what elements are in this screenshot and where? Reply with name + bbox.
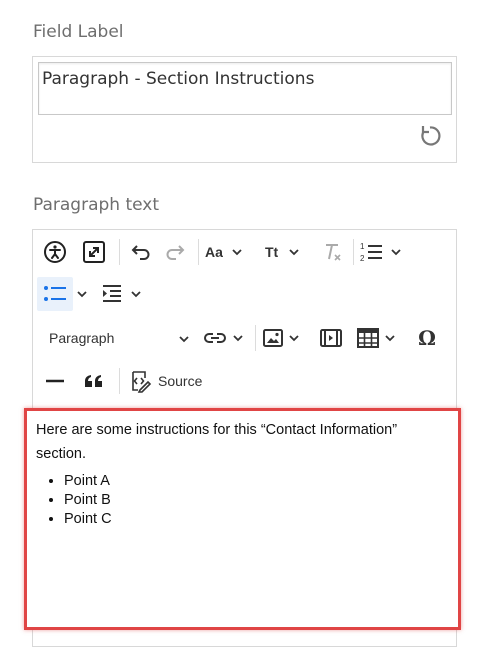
svg-text:Ω: Ω <box>418 327 436 349</box>
toolbar-separator <box>353 239 354 265</box>
toolbar-separator <box>198 239 199 265</box>
toolbar-separator <box>119 239 120 265</box>
blockquote-icon[interactable] <box>80 367 108 395</box>
fullscreen-icon[interactable] <box>80 238 108 266</box>
font-family-label: Aa <box>205 244 223 260</box>
link-icon <box>204 333 226 343</box>
image-dropdown[interactable] <box>263 324 311 352</box>
chevron-down-icon <box>232 248 242 256</box>
points-list: Point A Point B Point C <box>36 472 450 529</box>
paragraph-text-title: Paragraph text <box>33 195 160 215</box>
editor-toolbar: Aa Tt 1 2 Paragraph Ω Source <box>33 230 456 400</box>
toolbar-separator <box>119 368 120 394</box>
media-icon[interactable] <box>317 324 345 352</box>
accessibility-icon[interactable] <box>41 238 69 266</box>
indent-icon <box>103 285 121 302</box>
bulleted-list-dropdown[interactable] <box>74 280 90 308</box>
source-icon <box>132 371 152 393</box>
heading-select-value: Paragraph <box>49 330 115 346</box>
source-button[interactable]: Source <box>128 367 212 395</box>
field-label-title: Field Label <box>33 22 124 42</box>
list-item: Point C <box>64 510 450 529</box>
chevron-down-icon <box>179 330 189 346</box>
remove-format-icon[interactable] <box>318 238 346 266</box>
toolbar-separator <box>255 325 256 351</box>
chevron-down-icon <box>385 334 395 342</box>
chevron-down-icon <box>77 290 87 297</box>
source-label: Source <box>158 373 203 389</box>
editor-content: Here are some instructions for this “Con… <box>36 418 450 529</box>
chevron-down-icon <box>289 248 299 256</box>
font-size-label: Tt <box>265 244 279 260</box>
list-item: Point A <box>64 472 450 491</box>
chevron-down-icon <box>131 290 141 298</box>
field-label-input[interactable]: Paragraph - Section Instructions <box>38 62 452 115</box>
image-icon <box>263 329 283 347</box>
chevron-down-icon <box>289 334 299 342</box>
intro-paragraph: Here are some instructions for this “Con… <box>36 422 398 462</box>
editor-content-area[interactable]: Here are some instructions for this “Con… <box>24 408 461 630</box>
list-item: Point B <box>64 491 450 510</box>
link-dropdown[interactable] <box>203 324 251 352</box>
special-characters-icon[interactable]: Ω <box>413 324 441 352</box>
table-dropdown[interactable] <box>357 324 405 352</box>
undo-icon[interactable] <box>126 238 154 266</box>
reset-icon[interactable] <box>417 123 443 149</box>
indent-dropdown[interactable] <box>101 280 149 308</box>
redo-icon[interactable] <box>162 238 190 266</box>
chevron-down-icon <box>391 248 401 256</box>
numbered-list-icon: 1 2 <box>360 242 382 263</box>
font-size-dropdown[interactable]: Tt <box>265 238 313 266</box>
table-icon <box>357 328 379 348</box>
font-family-dropdown[interactable]: Aa <box>205 238 253 266</box>
horizontal-line-icon[interactable] <box>41 367 69 395</box>
chevron-down-icon <box>233 334 243 342</box>
heading-select[interactable]: Paragraph <box>43 323 189 353</box>
svg-text:1: 1 <box>360 242 365 251</box>
numbered-list-dropdown[interactable]: 1 2 <box>359 238 407 266</box>
bulleted-list-icon[interactable] <box>41 280 69 308</box>
field-label-container: Paragraph - Section Instructions <box>32 56 457 163</box>
svg-text:2: 2 <box>360 254 365 263</box>
